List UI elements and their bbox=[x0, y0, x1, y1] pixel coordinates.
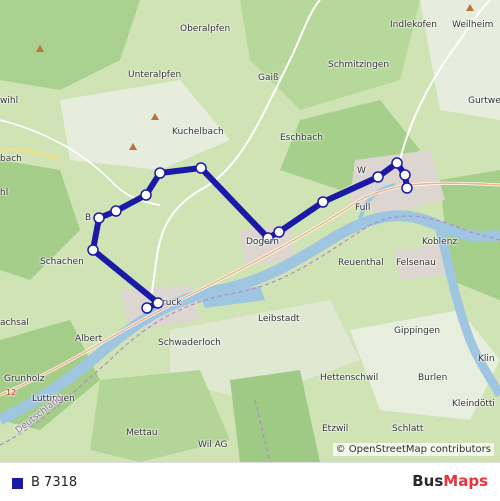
place-label: Gaiß bbox=[258, 73, 279, 83]
place-label: Dogern bbox=[246, 237, 279, 247]
place-label: ruck bbox=[162, 298, 182, 308]
place-label: Kuchelbach bbox=[172, 127, 224, 137]
place-label: Leibstadt bbox=[258, 314, 300, 324]
place-label: Hettenschwil bbox=[320, 373, 379, 383]
route-color-swatch bbox=[12, 478, 23, 489]
place-label: Weilheim bbox=[452, 20, 494, 30]
bus-stop[interactable] bbox=[140, 189, 152, 201]
bus-stop[interactable] bbox=[141, 302, 153, 314]
place-label: bach bbox=[0, 154, 22, 164]
place-label: Gurtwe bbox=[468, 96, 500, 106]
place-label: Felsenau bbox=[396, 258, 436, 268]
place-label: Etzwil bbox=[322, 424, 349, 434]
place-label: Reuenthal bbox=[338, 258, 384, 268]
place-label: Koblenz bbox=[422, 237, 458, 247]
logo-text-bus: Bus bbox=[412, 472, 444, 490]
place-label: Schwaderloch bbox=[158, 338, 221, 348]
place-label: W bbox=[357, 166, 366, 176]
place-label: Gippingen bbox=[394, 326, 441, 336]
place-label: Kleindötti bbox=[452, 399, 495, 409]
road-number-label: 12 bbox=[6, 388, 17, 397]
bus-stop[interactable] bbox=[372, 171, 384, 183]
map-canvas[interactable]: Indlekofen Weilheim Oberalpfen Unteralpf… bbox=[0, 0, 500, 462]
map-attribution[interactable]: © OpenStreetMap contributors bbox=[332, 443, 494, 456]
place-label: Wil AG bbox=[198, 440, 228, 450]
bus-stop[interactable] bbox=[317, 196, 329, 208]
logo-text-maps: Maps bbox=[443, 472, 488, 490]
bus-stop[interactable] bbox=[391, 157, 403, 169]
place-label: Grunholz bbox=[4, 374, 45, 384]
bus-stop[interactable] bbox=[87, 244, 99, 256]
place-label: Unteralpfen bbox=[128, 70, 182, 80]
bus-stop[interactable] bbox=[401, 182, 413, 194]
bus-stop[interactable] bbox=[93, 212, 105, 224]
bus-stop[interactable] bbox=[154, 167, 166, 179]
place-label: Schlatt bbox=[392, 424, 424, 434]
place-label: Burlen bbox=[418, 373, 448, 383]
place-label: achsal bbox=[0, 318, 29, 328]
place-label: Albert bbox=[75, 334, 103, 344]
route-label: B 7318 bbox=[31, 475, 78, 490]
busmaps-logo[interactable]: BusMaps bbox=[412, 472, 488, 490]
place-label: wihl bbox=[0, 96, 19, 106]
place-label: Eschbach bbox=[280, 133, 323, 143]
bus-stop[interactable] bbox=[110, 205, 122, 217]
bus-stop[interactable] bbox=[195, 162, 207, 174]
place-label: Oberalpfen bbox=[180, 24, 231, 34]
place-label: Full bbox=[355, 203, 371, 213]
bus-stop[interactable] bbox=[273, 226, 285, 238]
place-label: hl bbox=[0, 188, 9, 198]
place-label: Mettau bbox=[126, 428, 158, 438]
map-background bbox=[0, 0, 500, 462]
place-label: Schachen bbox=[40, 257, 84, 267]
place-label: Klin bbox=[478, 354, 495, 364]
bus-stop[interactable] bbox=[399, 169, 411, 181]
legend-bar: B 7318 BusMaps bbox=[0, 462, 500, 501]
place-label: Schmitzingen bbox=[328, 60, 390, 70]
place-label: Indlekofen bbox=[390, 20, 437, 30]
place-label: B bbox=[85, 213, 92, 223]
